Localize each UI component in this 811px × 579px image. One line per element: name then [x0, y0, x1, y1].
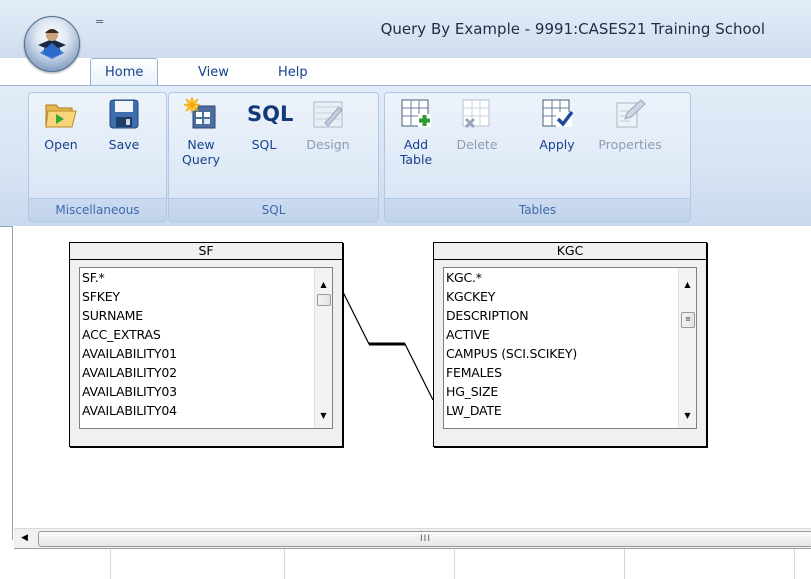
field-item[interactable]: SF.*	[80, 268, 332, 287]
group-label-miscellaneous: Miscellaneous	[29, 198, 166, 221]
field-item[interactable]: ACTIVE	[444, 325, 696, 344]
scroll-up-arrow-icon[interactable]: ▲	[315, 276, 332, 293]
apply-label: Apply	[539, 137, 575, 152]
scroll-down-arrow-icon[interactable]: ▼	[315, 407, 332, 424]
design-icon	[311, 97, 345, 131]
table-sf-scrollbar[interactable]: ▲ ▼	[314, 268, 332, 428]
query-by-example-window: = Query By Example - 9991:CASES21 Traini…	[0, 0, 811, 579]
query-design-canvas[interactable]: SF SF.* SFKEY SURNAME ACC_EXTRAS AVAILAB…	[12, 226, 811, 540]
apply-table-icon	[540, 97, 574, 131]
field-item[interactable]: FEMALES	[444, 363, 696, 382]
ribbon: Open Save Miscellaneous New Query SQL SQ…	[0, 85, 811, 227]
table-kgc-field-list[interactable]: KGC.* KGCKEY DESCRIPTION ACTIVE CAMPUS (…	[443, 267, 697, 429]
scroll-grip: III	[420, 534, 431, 544]
group-miscellaneous: Open Save Miscellaneous	[28, 92, 167, 222]
add-table-icon	[399, 97, 433, 131]
field-item[interactable]: SFKEY	[80, 287, 332, 306]
horizontal-scrollbar[interactable]: ◀ III	[14, 528, 811, 548]
table-kgc-scrollbar[interactable]: ▲ ≡ ▼	[678, 268, 696, 428]
sql-label: SQL	[251, 137, 277, 152]
tab-help[interactable]: Help	[278, 60, 308, 85]
field-item[interactable]: LW_DATE	[444, 401, 696, 420]
save-label: Save	[108, 137, 140, 152]
field-item[interactable]: ACC_EXTRAS	[80, 325, 332, 344]
design-button[interactable]: Design	[297, 97, 359, 152]
apply-button[interactable]: Apply	[531, 97, 583, 152]
properties-icon	[613, 97, 647, 131]
table-kgc[interactable]: KGC KGC.* KGCKEY DESCRIPTION ACTIVE CAMP…	[433, 242, 707, 447]
graduation-cap-icon	[38, 29, 66, 59]
quick-access-toolbar[interactable]: =	[95, 15, 104, 28]
field-item[interactable]: CAMPUS (SCI.SCIKEY)	[444, 344, 696, 363]
grid-column	[454, 549, 455, 579]
properties-label: Properties	[598, 137, 662, 152]
grid-column	[284, 549, 285, 579]
grid-column	[794, 549, 795, 579]
tab-home[interactable]: Home	[90, 58, 159, 86]
new-query-label-2: Query	[182, 152, 220, 167]
field-item[interactable]: AVAILABILITY04	[80, 401, 332, 420]
group-label-sql: SQL	[169, 198, 378, 221]
scroll-left-arrow-icon[interactable]: ◀	[16, 530, 33, 547]
delete-table-icon	[460, 97, 494, 131]
new-query-button[interactable]: New Query	[173, 97, 229, 167]
table-sf-title: SF	[70, 243, 342, 260]
table-sf-field-list[interactable]: SF.* SFKEY SURNAME ACC_EXTRAS AVAILABILI…	[79, 267, 333, 429]
add-table-button[interactable]: Add Table	[391, 97, 441, 167]
new-query-icon	[184, 97, 218, 131]
group-tables: Add Table Delete Apply Properties Tables	[384, 92, 691, 222]
scroll-up-arrow-icon[interactable]: ▲	[679, 276, 696, 293]
save-button[interactable]: Save	[97, 97, 151, 152]
open-label: Open	[44, 137, 78, 152]
field-item[interactable]: KGC.*	[444, 268, 696, 287]
field-item[interactable]: AVAILABILITY03	[80, 382, 332, 401]
scroll-thumb[interactable]	[317, 294, 331, 306]
add-table-label-1: Add	[403, 137, 429, 152]
table-kgc-title: KGC	[434, 243, 706, 260]
delete-label: Delete	[456, 137, 498, 152]
application-menu-button[interactable]	[24, 16, 80, 72]
field-item[interactable]: AVAILABILITY01	[80, 344, 332, 363]
field-item[interactable]: SURNAME	[80, 306, 332, 325]
tab-view[interactable]: View	[198, 60, 229, 85]
window-title: Query By Example - 9991:CASES21 Training…	[380, 20, 765, 38]
sql-button[interactable]: SQL SQL	[239, 97, 294, 152]
sql-icon: SQL	[247, 102, 294, 126]
criteria-grid[interactable]	[14, 548, 811, 579]
join-line	[343, 291, 434, 401]
open-button[interactable]: Open	[33, 97, 89, 152]
design-label: Design	[306, 137, 350, 152]
title-bar: = Query By Example - 9991:CASES21 Traini…	[0, 0, 811, 58]
group-label-tables: Tables	[385, 198, 690, 221]
field-item[interactable]: KGCKEY	[444, 287, 696, 306]
delete-table-button[interactable]: Delete	[449, 97, 505, 152]
field-item[interactable]: HG_SIZE	[444, 382, 696, 401]
add-table-label-2: Table	[399, 152, 433, 167]
table-sf[interactable]: SF SF.* SFKEY SURNAME ACC_EXTRAS AVAILAB…	[69, 242, 343, 447]
grid-column	[624, 549, 625, 579]
field-item[interactable]: DESCRIPTION	[444, 306, 696, 325]
folder-open-icon	[44, 97, 78, 131]
floppy-disk-icon	[107, 97, 141, 131]
field-item[interactable]: AVAILABILITY02	[80, 363, 332, 382]
properties-button[interactable]: Properties	[591, 97, 669, 152]
scroll-down-arrow-icon[interactable]: ▼	[679, 407, 696, 424]
horizontal-scroll-thumb[interactable]: III	[38, 531, 811, 547]
scroll-thumb[interactable]: ≡	[681, 312, 695, 328]
grid-column	[110, 549, 111, 579]
new-query-label-1: New	[187, 137, 215, 152]
group-sql: New Query SQL SQL Design SQL	[168, 92, 379, 222]
